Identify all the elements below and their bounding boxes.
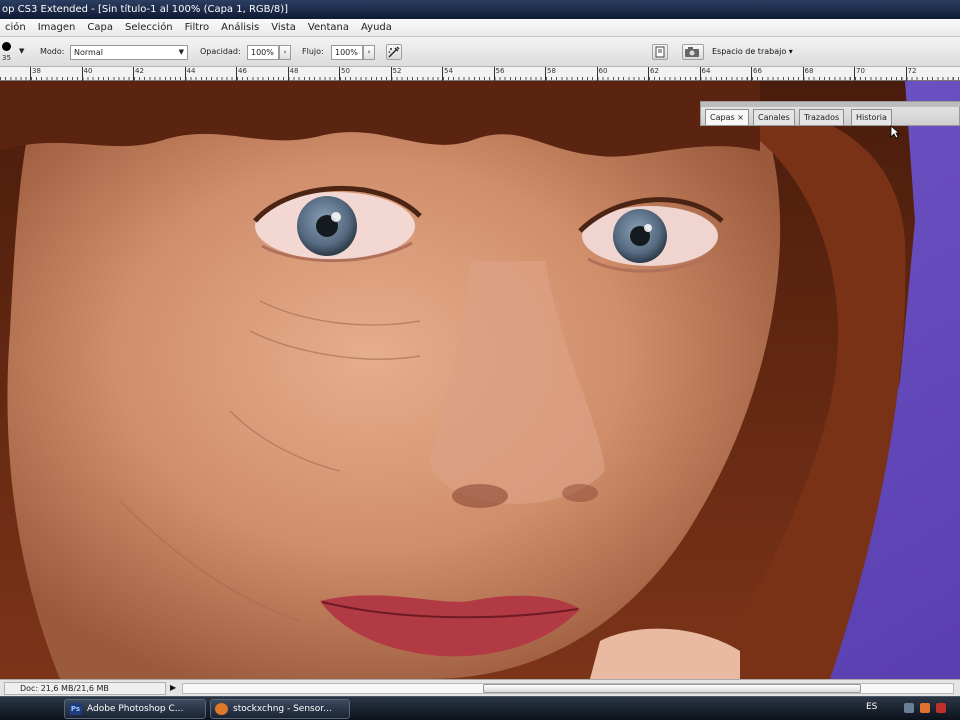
ruler-major-tick xyxy=(339,67,340,81)
layers-panel-dock: Capas × Canales Trazados Historia xyxy=(700,101,960,126)
portrait-photo xyxy=(0,81,960,679)
workspace-menu-button[interactable]: Espacio de trabajo ▾ xyxy=(712,44,793,60)
ruler-tick-label: 40 xyxy=(83,67,93,75)
taskbar: Ps Adobe Photoshop C... stockxchng - Sen… xyxy=(0,696,960,720)
panel-grip[interactable] xyxy=(701,102,960,107)
ruler-tick-label: 60 xyxy=(598,67,608,75)
flow-input[interactable]: 100% xyxy=(331,45,363,60)
tray-app-icon[interactable] xyxy=(920,703,930,713)
ruler-tick-label: 50 xyxy=(341,67,350,75)
ruler-tick-label: 70 xyxy=(856,67,865,75)
tab-capas[interactable]: Capas × xyxy=(705,109,749,125)
photoshop-icon: Ps xyxy=(69,703,82,715)
menu-seleccion[interactable]: Selección xyxy=(120,22,180,33)
mode-label: Modo: xyxy=(40,47,65,56)
ruler-tick-label: 66 xyxy=(753,67,762,75)
mode-select[interactable]: Normal ▼ xyxy=(70,45,188,60)
ruler-tick-label: 68 xyxy=(804,67,814,75)
tool-preset-button[interactable] xyxy=(682,44,704,60)
ruler-major-tick xyxy=(648,67,649,81)
airbrush-toggle[interactable] xyxy=(386,44,402,60)
ruler-major-tick xyxy=(184,67,186,81)
mouse-pointer-icon xyxy=(890,125,900,139)
ruler-tick-label: 56 xyxy=(495,67,505,75)
flow-value: 100% xyxy=(335,48,358,57)
ruler-tick-label: 48 xyxy=(289,67,299,75)
tab-trazados[interactable]: Trazados xyxy=(799,109,845,125)
ruler-major-tick xyxy=(442,67,443,81)
tray-alert-icon[interactable] xyxy=(936,703,946,713)
tool-options-bar: 35 ▼ Modo: Normal ▼ Opacidad: 100% › Flu… xyxy=(0,37,960,67)
status-bar: Doc: 21,6 MB/21,6 MB ▶ xyxy=(0,679,960,696)
ruler-major-tick xyxy=(802,67,804,81)
menu-filtro[interactable]: Filtro xyxy=(180,22,217,33)
opacity-value: 100% xyxy=(251,48,274,57)
ruler-major-tick xyxy=(596,67,598,81)
palette-well-button[interactable] xyxy=(652,44,668,60)
taskbar-photoshop-label: Adobe Photoshop C... xyxy=(87,704,184,714)
ruler-major-tick xyxy=(81,67,83,81)
top-ruler[interactable]: 38 40 42 44 46 48 50 52 54 56 58 60 62 64 66 68 70 72 xyxy=(0,67,960,81)
taskbar-firefox-button[interactable]: stockxchng - Sensor... xyxy=(210,699,350,719)
ruler-major-tick xyxy=(545,67,546,81)
horizontal-scrollbar[interactable] xyxy=(182,683,954,694)
brush-dot-icon xyxy=(2,42,11,51)
brush-size-value: 35 xyxy=(2,54,11,62)
ruler-tick-label: 64 xyxy=(701,67,711,75)
document-size-info[interactable]: Doc: 21,6 MB/21,6 MB xyxy=(4,682,166,695)
menu-selection-partial[interactable]: ción xyxy=(0,22,33,33)
mode-value: Normal xyxy=(74,48,103,57)
ruler-tick-label: 46 xyxy=(238,67,247,75)
menu-capa[interactable]: Capa xyxy=(82,22,120,33)
ruler-major-tick xyxy=(493,67,495,81)
ruler-tick-label: 52 xyxy=(392,67,402,75)
ruler-major-tick xyxy=(287,67,289,81)
ruler-tick-label: 72 xyxy=(907,67,917,75)
ruler-tick-label: 58 xyxy=(547,67,556,75)
window-title: op CS3 Extended - [Sin título-1 al 100% … xyxy=(2,4,289,15)
opacity-label: Opacidad: xyxy=(200,47,241,56)
tab-canales[interactable]: Canales xyxy=(753,109,795,125)
ruler-tick-label: 54 xyxy=(444,67,453,75)
ruler-major-tick xyxy=(236,67,237,81)
brush-dropdown-arrow-icon[interactable]: ▼ xyxy=(19,47,24,55)
ruler-major-tick xyxy=(699,67,701,81)
window-title-bar: op CS3 Extended - [Sin título-1 al 100% … xyxy=(0,0,960,19)
tab-historia[interactable]: Historia xyxy=(851,109,892,125)
taskbar-photoshop-button[interactable]: Ps Adobe Photoshop C... xyxy=(64,699,206,719)
flow-slider-button[interactable]: › xyxy=(363,45,375,60)
document-size-text: Doc: 21,6 MB/21,6 MB xyxy=(20,684,109,693)
ruler-major-tick xyxy=(751,67,752,81)
tray-network-icon[interactable] xyxy=(904,703,914,713)
airbrush-icon xyxy=(388,46,400,58)
menu-ventana[interactable]: Ventana xyxy=(303,22,356,33)
camera-icon xyxy=(685,47,699,57)
ruler-tick-label: 38 xyxy=(32,67,41,75)
ruler-major-tick xyxy=(905,67,907,81)
brush-preset-picker[interactable]: 35 xyxy=(0,42,14,64)
ruler-major-tick xyxy=(30,67,31,81)
menu-bar: ción Imagen Capa Selección Filtro Anális… xyxy=(0,19,960,37)
ruler-tick-label: 44 xyxy=(186,67,196,75)
menu-analisis[interactable]: Análisis xyxy=(216,22,266,33)
menu-imagen[interactable]: Imagen xyxy=(33,22,83,33)
ruler-tick-label: 62 xyxy=(650,67,659,75)
ruler-major-tick xyxy=(390,67,392,81)
opacity-input[interactable]: 100% xyxy=(247,45,279,60)
document-canvas[interactable] xyxy=(0,81,960,679)
ruler-major-tick xyxy=(133,67,134,81)
firefox-icon xyxy=(215,703,228,715)
ruler-major-tick xyxy=(854,67,855,81)
flow-label: Flujo: xyxy=(302,47,324,56)
taskbar-firefox-label: stockxchng - Sensor... xyxy=(233,704,332,714)
menu-ayuda[interactable]: Ayuda xyxy=(356,22,399,33)
chevron-down-icon: ▼ xyxy=(178,48,184,56)
scrollbar-thumb[interactable] xyxy=(483,684,861,693)
document-icon xyxy=(655,46,665,58)
menu-vista[interactable]: Vista xyxy=(266,22,303,33)
opacity-slider-button[interactable]: › xyxy=(279,45,291,60)
language-indicator[interactable]: ES xyxy=(866,702,877,712)
status-menu-arrow-icon[interactable]: ▶ xyxy=(170,683,176,692)
ruler-tick-label: 42 xyxy=(135,67,144,75)
